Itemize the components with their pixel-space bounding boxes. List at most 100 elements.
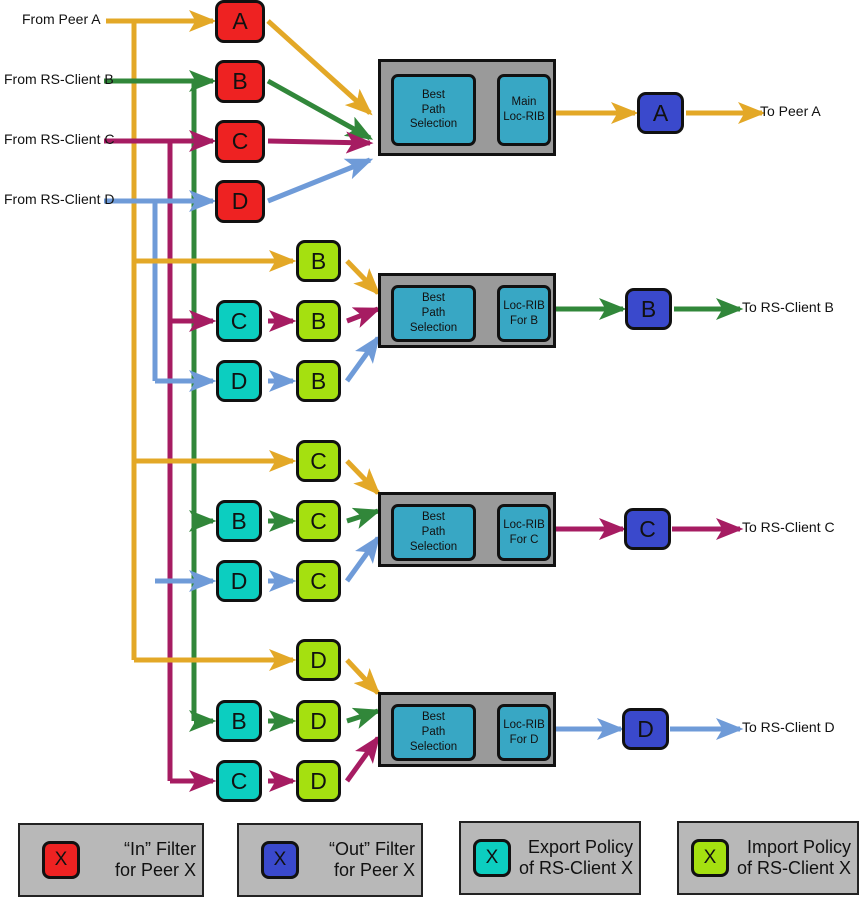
import-policy-d-1-label: D [310, 646, 327, 673]
import-policy-d-2[interactable]: D [296, 700, 341, 742]
export-policy-b-row-c[interactable]: B [216, 500, 262, 542]
main-loc-rib[interactable]: Main Loc-RIB [497, 74, 551, 146]
legend-out-filter-line-2: for Peer X [333, 860, 415, 880]
source-label-client-d: From RS-Client D [4, 191, 115, 207]
best-path-b-line-2: Path [421, 307, 446, 320]
export-policy-b-row-c-label: B [231, 507, 247, 534]
import-policy-b-1-label: B [310, 247, 327, 274]
legend-export-policy-line-1: Export Policy [527, 837, 633, 858]
in-filter-d[interactable]: D [215, 180, 265, 223]
export-policy-d-row-b[interactable]: D [216, 360, 262, 402]
in-filter-c[interactable]: C [215, 120, 265, 163]
loc-rib-d-line-1: Loc-RIB [503, 718, 545, 731]
best-path-line-3: Selection [409, 118, 458, 131]
legend-in-filter-swatch-label: X [54, 849, 68, 870]
in-filter-a-label: A [232, 8, 248, 34]
import-policy-c-2-label: C [310, 507, 327, 534]
diagram-canvas: From Peer A From RS-Client B From RS-Cli… [0, 0, 861, 901]
legend-import-policy-line-2: of RS-Client X [736, 858, 851, 878]
import-policy-c-1[interactable]: C [296, 440, 341, 482]
out-filter-b-label: B [640, 295, 657, 322]
export-policy-d-row-c-label: D [230, 567, 248, 594]
best-path-selection-main[interactable]: Best Path Selection [391, 74, 476, 146]
best-path-c-line-3: Selection [409, 540, 458, 553]
loc-rib-c-line-1: Loc-RIB [503, 518, 545, 531]
loc-rib-for-b[interactable]: Loc-RIB For B [497, 285, 551, 342]
import-policy-d-1[interactable]: D [296, 639, 341, 681]
legend-out-filter-swatch: X [261, 841, 299, 879]
export-policy-c-row-b[interactable]: C [216, 300, 262, 342]
best-path-line-1: Best [421, 88, 445, 101]
in-filter-b[interactable]: B [215, 60, 265, 103]
best-path-d-line-3: Selection [409, 740, 458, 753]
import-policy-c-2[interactable]: C [296, 500, 341, 542]
best-path-line-2: Path [421, 103, 446, 116]
main-loc-rib-line-1: Main [511, 96, 537, 109]
import-policy-d-3[interactable]: D [296, 760, 341, 802]
out-filter-c[interactable]: C [624, 508, 671, 550]
out-filter-a[interactable]: A [637, 92, 684, 134]
import-policy-d-2-label: D [310, 707, 327, 734]
best-path-selection-b[interactable]: Best Path Selection [391, 285, 476, 342]
import-policy-b-3-label: B [310, 367, 327, 394]
out-filter-a-label: A [652, 99, 669, 126]
loc-rib-d-line-2: For D [509, 733, 539, 746]
in-filter-d-label: D [231, 188, 249, 214]
legend-in-filter-line-2: for Peer X [114, 860, 196, 880]
legend-import-policy: X Import Policy of RS-Client X [677, 821, 859, 895]
in-filter-b-label: B [232, 68, 248, 94]
import-policy-b-3[interactable]: B [296, 360, 341, 402]
best-path-b-line-1: Best [421, 292, 445, 305]
source-label-peer-a: From Peer A [22, 11, 101, 27]
in-filter-a[interactable]: A [215, 0, 265, 43]
out-filter-c-label: C [639, 515, 656, 542]
destination-label-client-b: To RS-Client B [742, 299, 834, 315]
import-policy-b-1[interactable]: B [296, 240, 341, 282]
import-policy-c-3-label: C [310, 567, 327, 594]
destination-label-client-d: To RS-Client D [742, 719, 835, 735]
main-loc-rib-line-2: Loc-RIB [503, 111, 545, 123]
out-filter-d-label: D [637, 715, 654, 742]
best-path-c-line-2: Path [421, 526, 446, 539]
legend-out-filter: X “Out” Filter for Peer X [237, 823, 423, 897]
source-label-client-c: From RS-Client C [4, 131, 115, 147]
export-policy-b-row-d-label: B [231, 707, 247, 734]
loc-rib-for-d[interactable]: Loc-RIB For D [497, 704, 551, 761]
export-policy-c-row-d-label: C [230, 767, 248, 794]
export-policy-d-row-b-label: D [230, 367, 248, 394]
out-filter-b[interactable]: B [625, 288, 672, 330]
import-policy-c-3[interactable]: C [296, 560, 341, 602]
best-path-c-line-1: Best [421, 511, 445, 524]
legend-export-policy-swatch: X [473, 839, 511, 877]
best-path-b-line-3: Selection [409, 321, 458, 334]
legend-in-filter-swatch: X [42, 841, 80, 879]
best-path-selection-c[interactable]: Best Path Selection [391, 504, 476, 561]
source-label-client-b: From RS-Client B [4, 71, 114, 87]
export-policy-b-row-d[interactable]: B [216, 700, 262, 742]
export-policy-c-row-b-label: C [230, 307, 248, 334]
destination-label-client-c: To RS-Client C [742, 519, 835, 535]
legend-in-filter: X “In” Filter for Peer X [18, 823, 204, 897]
import-policy-b-2-label: B [310, 307, 327, 334]
legend-export-policy-text: Export Policy of RS-Client X [511, 837, 639, 878]
import-policy-c-1-label: C [310, 447, 327, 474]
destination-label-peer-a: To Peer A [760, 103, 821, 119]
loc-rib-for-c[interactable]: Loc-RIB For C [497, 504, 551, 561]
export-policy-d-row-c[interactable]: D [216, 560, 262, 602]
legend-out-filter-swatch-label: X [273, 849, 287, 870]
import-policy-d-3-label: D [310, 767, 327, 794]
legend-in-filter-line-1: “In” Filter [124, 839, 196, 860]
best-path-d-line-2: Path [421, 726, 446, 739]
legend-out-filter-line-1: “Out” Filter [328, 839, 415, 860]
process-c: Best Path Selection Loc-RIB For C [378, 492, 556, 567]
export-policy-c-row-d[interactable]: C [216, 760, 262, 802]
loc-rib-b-line-2: For B [509, 314, 539, 327]
best-path-selection-d[interactable]: Best Path Selection [391, 704, 476, 761]
process-b: Best Path Selection Loc-RIB For B [378, 273, 556, 348]
loc-rib-c-line-2: For C [509, 533, 539, 546]
in-filter-c-label: C [231, 128, 249, 154]
legend-in-filter-text: “In” Filter for Peer X [80, 839, 202, 880]
legend-export-policy: X Export Policy of RS-Client X [459, 821, 641, 895]
out-filter-d[interactable]: D [622, 708, 669, 750]
import-policy-b-2[interactable]: B [296, 300, 341, 342]
